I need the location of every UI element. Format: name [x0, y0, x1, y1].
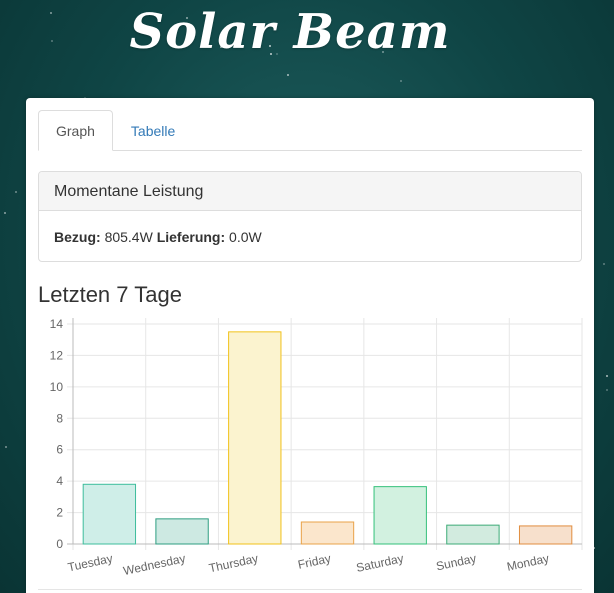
- x-tick-label: Sunday: [435, 551, 478, 573]
- tab-graph[interactable]: Graph: [38, 110, 113, 151]
- y-tick-label: 14: [50, 317, 64, 331]
- star: [287, 73, 290, 76]
- bar-friday: [300, 521, 355, 545]
- bar-monday: [518, 525, 573, 545]
- bezug-label: Bezug:: [54, 229, 101, 245]
- main-panel: Graph Tabelle Momentane Leistung Bezug: …: [26, 98, 594, 593]
- section-title: Letzten 7 Tage: [38, 282, 182, 307]
- bezug-value: 805.4W: [104, 229, 153, 245]
- y-tick-label: 4: [56, 474, 63, 488]
- current-power-heading: Momentane Leistung: [39, 172, 581, 211]
- x-tick-label: Tuesday: [66, 551, 114, 574]
- y-tick-label: 10: [50, 380, 64, 394]
- daily-energy-bar-chart: 0 2 4 6 8 10 12 14 Tuesday Wednesday Thursday Frida…: [50, 317, 583, 578]
- bar-tuesday: [82, 483, 137, 545]
- x-tick-label: Friday: [297, 551, 333, 572]
- y-tick-label: 2: [56, 506, 63, 520]
- star: [605, 374, 608, 377]
- star: [5, 446, 8, 449]
- y-tick-label: 12: [50, 348, 64, 362]
- bar-sunday: [446, 524, 500, 545]
- star: [4, 212, 7, 215]
- y-tick-label: 8: [56, 411, 63, 425]
- star: [606, 388, 609, 391]
- star: [14, 190, 17, 193]
- bar-wednesday: [155, 518, 209, 545]
- divider: [38, 589, 582, 590]
- tab-bar: Graph Tabelle: [38, 110, 582, 151]
- tab-tabelle[interactable]: Tabelle: [113, 110, 193, 151]
- y-tick-label: 6: [56, 443, 63, 457]
- x-tick-label: Thursday: [208, 551, 260, 575]
- star: [399, 80, 402, 83]
- bar-saturday: [373, 486, 427, 545]
- x-tick-label: Monday: [506, 551, 551, 574]
- x-tick-label: Saturday: [355, 551, 405, 575]
- current-power-card: Momentane Leistung Bezug: 805.4W Lieferu…: [38, 171, 582, 262]
- x-tick-label: Wednesday: [122, 551, 187, 578]
- app-logo: Solar Beam: [129, 4, 451, 60]
- lieferung-value: 0.0W: [229, 229, 262, 245]
- current-power-values: Bezug: 805.4W Lieferung: 0.0W: [39, 211, 581, 261]
- star: [603, 262, 606, 265]
- bar-thursday: [228, 331, 282, 545]
- y-tick-label: 0: [56, 537, 63, 551]
- lieferung-label: Lieferung:: [156, 229, 226, 245]
